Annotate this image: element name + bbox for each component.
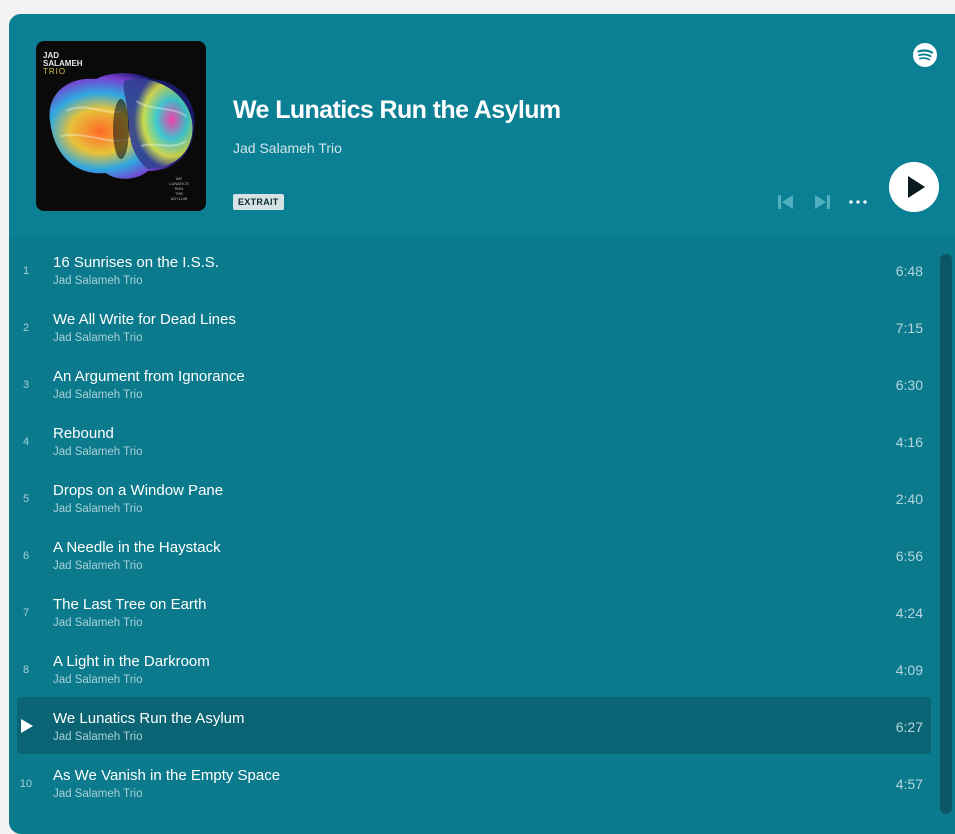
cover-title-text: WE LUNATICS RUN THE ASYLUM	[162, 176, 196, 201]
album-artist[interactable]: Jad Salameh Trio	[233, 140, 342, 156]
track-row[interactable]: 1 16 Sunrises on the I.S.S. Jad Salameh Tr…	[17, 241, 931, 298]
track-artist[interactable]: Jad Salameh Trio	[53, 275, 143, 287]
track-number: 10	[19, 778, 33, 790]
track-title: We All Write for Dead Lines	[53, 311, 236, 328]
track-title: A Light in the Darkroom	[53, 653, 210, 670]
track-number: 5	[22, 493, 30, 505]
track-row[interactable]: 3 An Argument from Ignorance Jad Salameh T…	[17, 355, 931, 412]
track-number: 8	[22, 664, 30, 676]
track-row[interactable]: 5 Drops on a Window Pane Jad Salameh Trio 2…	[17, 469, 931, 526]
play-icon[interactable]	[889, 162, 939, 212]
track-duration: 2:40	[895, 491, 923, 507]
track-title: A Needle in the Haystack	[53, 539, 221, 556]
track-row[interactable]: 4 Rebound Jad Salameh Trio 4:16	[17, 412, 931, 469]
track-number: 7	[22, 607, 30, 619]
track-artist[interactable]: Jad Salameh Trio	[53, 617, 143, 629]
track-duration: 4:16	[895, 434, 923, 450]
track-number: 1	[22, 265, 30, 277]
album-header: JAD SALAMEH TRIO WE LUNATICS RUN THE ASY…	[9, 14, 955, 238]
spotify-logo-icon[interactable]	[912, 42, 938, 68]
track-artist[interactable]: Jad Salameh Trio	[53, 788, 143, 800]
track-duration: 6:27	[895, 719, 923, 735]
track-duration: 4:57	[895, 776, 923, 792]
skip-forward-icon[interactable]	[812, 193, 832, 211]
track-artist[interactable]: Jad Salameh Trio	[53, 503, 143, 515]
track-row[interactable]: 8 A Light in the Darkroom Jad Salameh Trio…	[17, 640, 931, 697]
track-row[interactable]: We Lunatics Run the Asylum Jad Salameh Tr…	[17, 697, 931, 754]
track-artist[interactable]: Jad Salameh Trio	[53, 674, 143, 686]
album-title[interactable]: We Lunatics Run the Asylum	[233, 96, 561, 125]
track-title: Drops on a Window Pane	[53, 482, 224, 499]
track-title: As We Vanish in the Empty Space	[53, 767, 281, 784]
track-row[interactable]: 2 We All Write for Dead Lines Jad Salameh …	[17, 298, 931, 355]
scrollbar[interactable]	[940, 254, 952, 814]
track-artist[interactable]: Jad Salameh Trio	[53, 446, 143, 458]
track-duration: 6:48	[895, 263, 923, 279]
track-title: We Lunatics Run the Asylum	[53, 710, 245, 727]
track-artist[interactable]: Jad Salameh Trio	[53, 389, 143, 401]
track-row[interactable]: 7 The Last Tree on Earth Jad Salameh Trio 4…	[17, 583, 931, 640]
track-artist[interactable]: Jad Salameh Trio	[53, 731, 143, 743]
track-title: 16 Sunrises on the I.S.S.	[53, 254, 219, 271]
track-duration: 4:24	[895, 605, 923, 621]
track-number: 4	[22, 436, 30, 448]
cover-artist-line: TRIO	[43, 67, 67, 76]
play-icon[interactable]	[20, 718, 34, 734]
track-duration: 7:15	[895, 320, 923, 336]
track-number: 3	[22, 379, 30, 391]
track-title: Rebound	[53, 425, 114, 442]
more-icon[interactable]	[846, 193, 870, 211]
track-artist[interactable]: Jad Salameh Trio	[53, 332, 143, 344]
track-duration: 6:30	[895, 377, 923, 393]
track-title: The Last Tree on Earth	[53, 596, 207, 613]
cover-artist-text: JAD SALAMEH TRIO	[43, 52, 103, 76]
skip-back-icon[interactable]	[776, 193, 796, 211]
track-artist[interactable]: Jad Salameh Trio	[53, 560, 143, 572]
track-list: 1 16 Sunrises on the I.S.S. Jad Salameh Tr…	[17, 241, 931, 811]
cover-title-line: ASYLUM	[170, 196, 188, 201]
track-number: 2	[22, 322, 30, 334]
track-duration: 4:09	[895, 662, 923, 678]
track-row[interactable]: 10 As We Vanish in the Empty Space Jad Sal…	[17, 754, 931, 811]
track-title: An Argument from Ignorance	[53, 368, 245, 385]
track-duration: 6:56	[895, 548, 923, 564]
track-number: 6	[22, 550, 30, 562]
preview-badge: EXTRAIT	[233, 194, 284, 210]
track-row[interactable]: 6 A Needle in the Haystack Jad Salameh Tri…	[17, 526, 931, 583]
album-cover[interactable]: JAD SALAMEH TRIO WE LUNATICS RUN THE ASY…	[36, 41, 206, 211]
spotify-embed-player: JAD SALAMEH TRIO WE LUNATICS RUN THE ASY…	[9, 14, 955, 834]
